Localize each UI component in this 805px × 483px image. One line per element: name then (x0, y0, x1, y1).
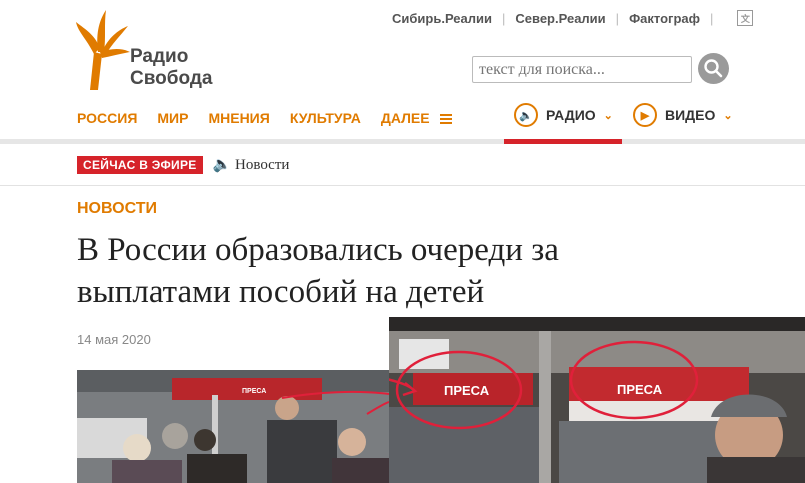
search-icon (704, 59, 723, 78)
search-button[interactable] (698, 53, 729, 84)
content-divider (0, 185, 805, 186)
chevron-down-icon: ⌄ (723, 109, 733, 122)
sister-site-sever[interactable]: Север.Реалии (515, 11, 605, 26)
nav-item-more-label: ДАЛЕЕ (380, 110, 430, 126)
sister-site-factograph[interactable]: Фактограф (629, 11, 700, 26)
radio-label: РАДИО (546, 107, 596, 123)
torch-icon (76, 10, 130, 90)
logo-line-1: Радио (130, 46, 189, 67)
separator: | (710, 10, 714, 26)
sister-site-sibir[interactable]: Сибирь.Реалии (392, 11, 492, 26)
article-photo: ПРЕСА (77, 370, 389, 483)
nav-item-more[interactable]: ДАЛЕЕ (381, 110, 452, 126)
on-air-bar[interactable]: СЕЙЧАС В ЭФИРЕ 🔈 Новости (77, 155, 289, 174)
zoomed-photo-inset: ПРЕСА ПРЕСА (389, 317, 805, 483)
video-menu[interactable]: ▶ ВИДЕО ⌄ (633, 103, 733, 127)
zoomed-sign-left: ПРЕСА (444, 383, 490, 398)
separator: | (502, 10, 506, 26)
zoomed-photo: ПРЕСА ПРЕСА (389, 317, 805, 483)
on-air-badge: СЕЙЧАС В ЭФИРЕ (77, 155, 203, 174)
annotation-arrow (281, 390, 389, 415)
search-input[interactable] (472, 56, 692, 83)
video-label: ВИДЕО (665, 107, 716, 123)
radio-menu[interactable]: 🔈 РАДИО ⌄ (514, 103, 613, 127)
on-air-program[interactable]: 🔈 Новости (213, 155, 290, 174)
nav-item-world[interactable]: МИР (157, 110, 188, 126)
nav-item-culture[interactable]: КУЛЬТУРА (290, 110, 361, 126)
site-header: Радио Свобода Сибирь.Реалии | Север.Реал… (0, 0, 805, 136)
article-headline: В России образовались очереди за выплата… (77, 232, 559, 310)
separator: | (615, 10, 620, 26)
sister-sites-bar: Сибирь.Реалии | Север.Реалии | Фактограф… (392, 10, 754, 26)
chevron-down-icon: ⌄ (603, 109, 613, 122)
logo-line-2: Свобода (130, 68, 213, 89)
logo-wordmark[interactable]: Радио Свобода (130, 46, 212, 90)
nav-item-opinions[interactable]: МНЕНИЯ (208, 110, 269, 126)
nav-item-russia[interactable]: РОССИЯ (77, 110, 137, 126)
language-icon[interactable]: 文 (737, 10, 754, 26)
main-nav: РОССИЯ МИР МНЕНИЯ КУЛЬТУРА ДАЛЕЕ (77, 110, 452, 126)
zoomed-sign-right: ПРЕСА (617, 382, 663, 397)
speaker-icon: 🔈 (212, 157, 232, 173)
play-icon: ▶ (633, 103, 657, 127)
header-divider (0, 139, 805, 144)
on-air-program-label: Новости (235, 157, 290, 173)
article-section[interactable]: НОВОСТИ (77, 200, 157, 218)
radio-active-indicator (504, 139, 622, 144)
article-date: 14 мая 2020 (77, 332, 151, 347)
hamburger-icon (439, 112, 452, 126)
speaker-icon: 🔈 (514, 103, 538, 127)
